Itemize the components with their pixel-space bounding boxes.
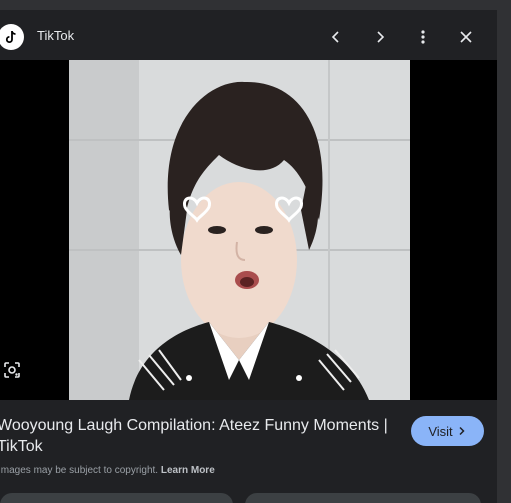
more-options-button[interactable] xyxy=(409,23,437,51)
top-strip xyxy=(0,0,511,10)
visit-button[interactable]: Visit xyxy=(411,416,484,446)
close-button[interactable] xyxy=(452,23,480,51)
site-name[interactable]: TikTok xyxy=(37,28,74,43)
google-lens-button[interactable] xyxy=(2,360,22,380)
learn-more-link[interactable]: Learn More xyxy=(161,465,215,476)
chevron-right-icon xyxy=(377,31,385,43)
previous-button[interactable] xyxy=(322,23,350,51)
visit-label: Visit xyxy=(428,423,453,439)
right-strip xyxy=(497,10,511,503)
bottom-action-button-left[interactable] xyxy=(0,493,233,503)
copyright-notice: Images may be subject to copyright. Lear… xyxy=(0,465,215,476)
copyright-text: Images may be subject to copyright. xyxy=(0,465,159,476)
image-preview-area xyxy=(0,60,497,400)
more-vert-icon xyxy=(421,30,425,44)
chevron-left-icon xyxy=(331,31,339,43)
chevron-right-small-icon xyxy=(459,426,465,436)
viewer-header: TikTok xyxy=(0,10,497,60)
next-button[interactable] xyxy=(366,23,394,51)
preview-image[interactable] xyxy=(69,60,410,400)
result-title[interactable]: Wooyoung Laugh Compilation: Ateez Funny … xyxy=(0,415,402,457)
tiktok-logo-icon[interactable] xyxy=(0,24,24,50)
close-icon xyxy=(460,31,472,43)
bottom-action-button-right[interactable] xyxy=(245,493,481,503)
google-lens-icon xyxy=(4,362,20,378)
